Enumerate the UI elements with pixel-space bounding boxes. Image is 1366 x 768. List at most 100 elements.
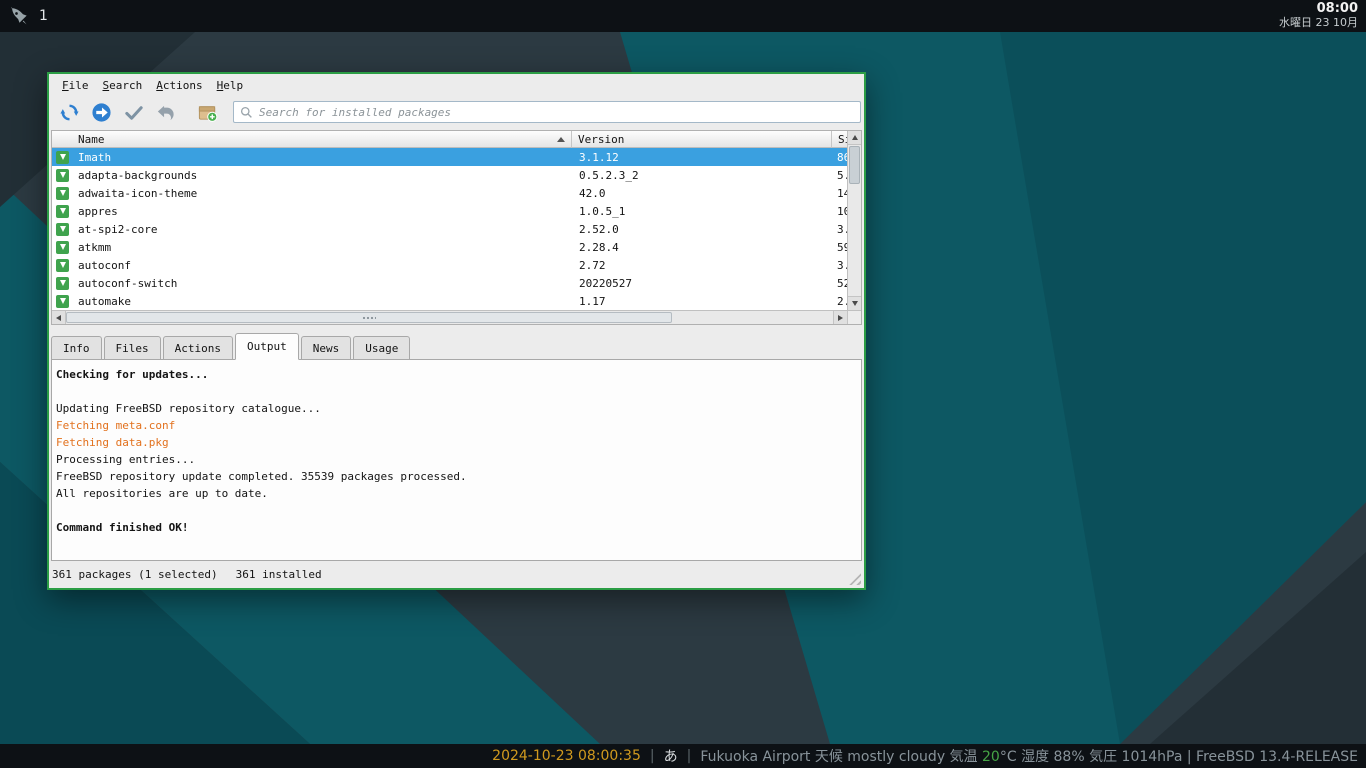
check-icon bbox=[124, 105, 143, 120]
datetime-indicator: 2024-10-23 08:00:35 bbox=[492, 748, 641, 764]
menu-help[interactable]: Help bbox=[210, 76, 251, 95]
tab-actions[interactable]: Actions bbox=[162, 336, 233, 359]
menu-actions[interactable]: Actions bbox=[149, 76, 209, 95]
scroll-left-button[interactable] bbox=[52, 311, 66, 324]
rocket-icon bbox=[11, 7, 27, 25]
package-name: autoconf bbox=[78, 258, 131, 272]
refresh-button[interactable] bbox=[57, 100, 81, 124]
vertical-scroll-thumb[interactable] bbox=[849, 146, 860, 184]
package-name: adapta-backgrounds bbox=[78, 168, 198, 182]
output-line: Checking for updates... bbox=[56, 368, 209, 381]
package-version: 42.0 bbox=[579, 186, 606, 200]
scroll-down-button[interactable] bbox=[848, 296, 861, 310]
package-version: 0.5.2.3_2 bbox=[579, 168, 639, 182]
package-manager-window: File Search Actions Help Search for inst… bbox=[47, 72, 866, 590]
workspace-indicator[interactable]: 1 bbox=[39, 8, 48, 24]
package-name: Imath bbox=[78, 150, 112, 164]
package-name: atkmm bbox=[78, 240, 112, 254]
status-package-count: 361 packages (1 selected) bbox=[52, 568, 218, 581]
resize-grip[interactable] bbox=[848, 572, 861, 585]
undo-button[interactable] bbox=[153, 100, 177, 124]
package-list: Imath 3.1.12 863 adapta-backgrounds 0.5.… bbox=[52, 148, 861, 310]
package-add-icon bbox=[198, 105, 217, 122]
separator: | bbox=[686, 748, 692, 764]
search-box bbox=[233, 101, 861, 123]
table-row[interactable]: atkmm 2.28.4 596 bbox=[52, 238, 861, 256]
separator: | bbox=[649, 748, 655, 764]
vertical-scroll-track[interactable] bbox=[848, 145, 861, 296]
package-name: at-spi2-core bbox=[78, 222, 158, 236]
output-line: Command finished OK! bbox=[56, 521, 189, 534]
refresh-icon bbox=[59, 104, 79, 120]
apply-arrow-icon bbox=[91, 102, 111, 122]
bottom-status-bar: 2024-10-23 08:00:35 | あ | Fukuoka Airpor… bbox=[0, 744, 1366, 768]
table-row[interactable]: at-spi2-core 2.52.0 3.9 bbox=[52, 220, 861, 238]
scroll-right-button[interactable] bbox=[833, 311, 847, 324]
horizontal-scroll-track[interactable] bbox=[66, 311, 833, 324]
package-version: 1.17 bbox=[579, 294, 606, 308]
column-header-name[interactable]: Name bbox=[52, 131, 572, 148]
installed-package-icon bbox=[56, 168, 69, 182]
output-panel: Checking for updates... Updating FreeBSD… bbox=[51, 359, 862, 561]
apply-button[interactable] bbox=[89, 100, 113, 124]
clock-date: 水曜日 23 10月 bbox=[1279, 16, 1358, 30]
menu-file[interactable]: File bbox=[55, 76, 96, 95]
output-line: Updating FreeBSD repository catalogue... bbox=[56, 402, 321, 415]
toolbar bbox=[49, 96, 864, 128]
output-line: Fetching meta.conf bbox=[56, 419, 176, 432]
package-version: 2.72 bbox=[579, 258, 606, 272]
column-header-version[interactable]: Version bbox=[572, 131, 832, 148]
table-row[interactable]: appres 1.0.5_1 10. bbox=[52, 202, 861, 220]
horizontal-scroll-thumb[interactable] bbox=[66, 312, 672, 323]
package-button[interactable] bbox=[195, 100, 219, 124]
package-version: 2.52.0 bbox=[579, 222, 619, 236]
package-name: appres bbox=[78, 204, 118, 218]
scroll-up-button[interactable] bbox=[848, 131, 861, 145]
table-row[interactable]: Imath 3.1.12 863 bbox=[52, 148, 861, 166]
weather-system-indicator: Fukuoka Airport 天候 mostly cloudy 気温 20°C… bbox=[700, 746, 1358, 766]
output-line: FreeBSD repository update completed. 355… bbox=[56, 470, 467, 483]
installed-package-icon bbox=[56, 258, 69, 272]
output-line: Processing entries... bbox=[56, 453, 196, 466]
rocket-launcher-icon[interactable] bbox=[8, 5, 30, 27]
vertical-scrollbar[interactable] bbox=[847, 131, 861, 310]
clock: 08:00 水曜日 23 10月 bbox=[1279, 1, 1358, 30]
menu-search[interactable]: Search bbox=[96, 76, 150, 95]
table-row[interactable]: autoconf-switch 20220527 524 bbox=[52, 274, 861, 292]
weather-system-text: °C 湿度 88% 気圧 1014hPa | FreeBSD 13.4-RELE… bbox=[999, 749, 1358, 765]
top-panel: 1 08:00 水曜日 23 10月 bbox=[0, 0, 1366, 32]
package-table: Name Version Siz Imath 3.1.12 863 adapta… bbox=[51, 130, 862, 325]
installed-package-icon bbox=[56, 150, 69, 164]
status-installed-count: 361 installed bbox=[235, 568, 322, 581]
package-version: 3.1.12 bbox=[579, 150, 619, 164]
installed-package-icon bbox=[56, 222, 69, 236]
menu-bar: File Search Actions Help bbox=[49, 74, 864, 96]
table-row[interactable]: adwaita-icon-theme 42.0 14. bbox=[52, 184, 861, 202]
column-header-name-label: Name bbox=[78, 132, 105, 146]
horizontal-scrollbar[interactable] bbox=[52, 310, 861, 324]
tab-usage[interactable]: Usage bbox=[353, 336, 411, 359]
table-row[interactable]: automake 1.17 2.1 bbox=[52, 292, 861, 310]
package-name: automake bbox=[78, 294, 131, 308]
package-version: 2.28.4 bbox=[579, 240, 619, 254]
installed-package-icon bbox=[56, 204, 69, 218]
scrollbar-corner bbox=[847, 311, 861, 324]
tab-output[interactable]: Output bbox=[234, 333, 299, 360]
tab-news[interactable]: News bbox=[300, 336, 352, 359]
tab-files[interactable]: Files bbox=[103, 336, 161, 359]
package-version: 20220527 bbox=[579, 276, 632, 290]
weather-text: Fukuoka Airport 天候 mostly cloudy 気温 bbox=[700, 749, 983, 765]
window-status-bar: 361 packages (1 selected) 361 installed bbox=[49, 561, 864, 588]
tab-info[interactable]: Info bbox=[51, 336, 102, 359]
screen: 1 08:00 水曜日 23 10月 File Search Actions H… bbox=[0, 0, 1366, 768]
installed-package-icon bbox=[56, 294, 69, 308]
search-input[interactable] bbox=[259, 105, 854, 119]
package-name: autoconf-switch bbox=[78, 276, 178, 290]
table-row[interactable]: adapta-backgrounds 0.5.2.3_2 5.3 bbox=[52, 166, 861, 184]
temperature-value: 20 bbox=[982, 749, 1000, 765]
commit-button[interactable] bbox=[121, 100, 145, 124]
table-row[interactable]: autoconf 2.72 3.1 bbox=[52, 256, 861, 274]
search-icon bbox=[240, 106, 252, 118]
